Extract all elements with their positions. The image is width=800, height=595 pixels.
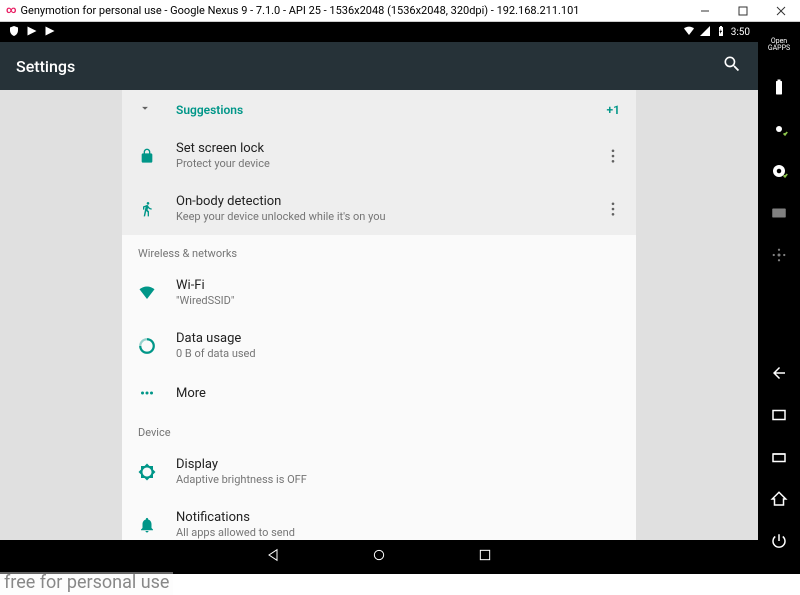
play-store-icon	[26, 25, 38, 40]
setting-notifications[interactable]: Notifications All apps allowed to send	[122, 498, 636, 540]
setting-subtitle: All apps allowed to send	[176, 526, 295, 539]
suggestion-subtitle: Protect your device	[176, 157, 606, 170]
chevron-down-icon	[138, 100, 156, 119]
setting-data-usage[interactable]: Data usage 0 B of data used	[122, 319, 636, 372]
setting-more[interactable]: More	[122, 372, 636, 414]
suggestion-title: Set screen lock	[176, 141, 606, 156]
back-tool-icon[interactable]	[764, 358, 794, 388]
more-horiz-icon	[138, 384, 156, 402]
home-button[interactable]	[371, 547, 387, 567]
window-title: Genymotion for personal use - Google Nex…	[21, 4, 687, 17]
android-nav-bar	[0, 540, 758, 574]
app-bar: Settings	[0, 42, 758, 90]
suggestion-onbody-detection[interactable]: On-body detection Keep your device unloc…	[122, 182, 636, 235]
gps-tool-icon[interactable]	[764, 114, 794, 144]
play-store-icon-2	[44, 25, 56, 40]
maximize-button[interactable]	[724, 0, 762, 22]
setting-subtitle: 0 B of data used	[176, 347, 256, 360]
wifi-icon	[138, 284, 156, 302]
setting-title: Notifications	[176, 510, 295, 525]
status-time: 3:50	[731, 27, 750, 38]
wifi-status-icon	[683, 25, 695, 40]
walking-person-icon	[138, 200, 156, 218]
android-screen: 3:50 Settings Suggestions +1 Set screen	[0, 22, 758, 574]
home-tool-icon[interactable]	[764, 484, 794, 514]
search-icon[interactable]	[722, 54, 742, 78]
watermark-free: free for personal use	[0, 572, 173, 595]
bell-icon	[138, 516, 156, 534]
close-button[interactable]	[762, 0, 800, 22]
app-title: Settings	[16, 57, 722, 76]
battery-tool-icon[interactable]	[764, 72, 794, 102]
open-gapps-button[interactable]: Open GAPPS	[764, 30, 794, 60]
setting-title: Wi-Fi	[176, 278, 234, 293]
watermark-lo4d: LO4D.com	[709, 575, 795, 593]
setting-display[interactable]: Display Adaptive brightness is OFF	[122, 445, 636, 498]
minimize-button[interactable]	[686, 0, 724, 22]
more-vert-icon[interactable]	[606, 149, 620, 163]
settings-list: Suggestions +1 Set screen lock Protect y…	[122, 90, 636, 540]
setting-subtitle: Adaptive brightness is OFF	[176, 473, 307, 486]
suggestions-title: Suggestions	[176, 103, 607, 117]
battery-charging-icon	[715, 25, 727, 40]
suggestion-screen-lock[interactable]: Set screen lock Protect your device	[122, 129, 636, 182]
download-icon	[709, 575, 727, 593]
setting-title: More	[176, 386, 206, 401]
camera-tool-icon[interactable]	[764, 156, 794, 186]
recents-tool-icon[interactable]	[764, 400, 794, 430]
section-header-wireless: Wireless & networks	[122, 235, 636, 266]
suggestions-count: +1	[607, 103, 620, 117]
setting-title: Display	[176, 457, 307, 472]
lock-icon	[138, 147, 156, 165]
android-status-bar: 3:50	[0, 22, 758, 42]
back-button[interactable]	[265, 547, 281, 567]
data-usage-icon	[138, 337, 156, 355]
capture-tool-icon[interactable]	[764, 198, 794, 228]
recents-button[interactable]	[477, 547, 493, 567]
dpad-tool-icon[interactable]	[764, 240, 794, 270]
suggestions-header[interactable]: Suggestions +1	[122, 90, 636, 129]
setting-subtitle: "WiredSSID"	[176, 294, 234, 307]
more-vert-icon[interactable]	[606, 202, 620, 216]
setting-wifi[interactable]: Wi-Fi "WiredSSID"	[122, 266, 636, 319]
setting-title: Data usage	[176, 331, 256, 346]
section-header-device: Device	[122, 414, 636, 445]
menu-tool-icon[interactable]	[764, 442, 794, 472]
genymotion-sidebar: Open GAPPS	[758, 22, 800, 574]
brightness-icon	[138, 463, 156, 481]
genymotion-logo-icon: ∞	[6, 5, 17, 16]
suggestion-subtitle: Keep your device unlocked while it's on …	[176, 210, 606, 223]
suggestion-title: On-body detection	[176, 194, 606, 209]
power-tool-icon[interactable]	[764, 526, 794, 556]
signal-icon	[699, 25, 711, 40]
window-titlebar: ∞ Genymotion for personal use - Google N…	[0, 0, 800, 22]
shield-icon	[8, 25, 20, 40]
